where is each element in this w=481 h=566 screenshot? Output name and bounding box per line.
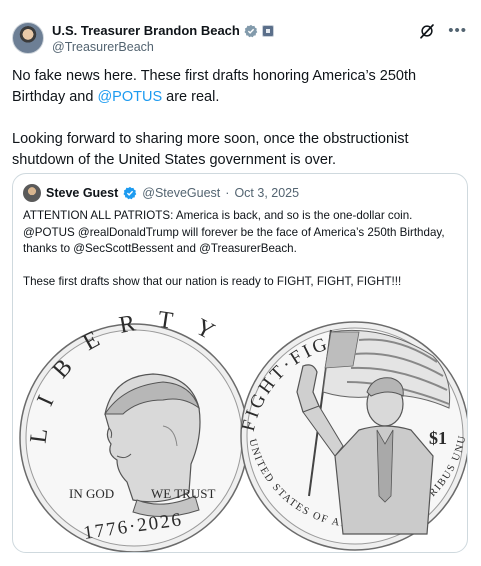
quoted-author-avatar[interactable] (23, 184, 41, 202)
author-handle[interactable]: @TreasurerBeach (52, 40, 154, 54)
quoted-author-name[interactable]: Steve Guest (46, 186, 118, 200)
author-avatar[interactable] (12, 22, 44, 54)
meta-separator: · (225, 186, 230, 200)
quoted-post-date[interactable]: Oct 3, 2025 (234, 186, 299, 200)
author-name-row: U.S. Treasurer Brandon Beach (52, 23, 274, 38)
quoted-post[interactable]: Steve Guest @SteveGuest · Oct 3, 2025 AT… (12, 173, 468, 553)
motto-left: IN GOD (69, 486, 114, 501)
post-paragraph-2: Looking forward to sharing more soon, on… (12, 131, 409, 168)
mention-potus-link[interactable]: @POTUS (97, 89, 162, 105)
verified-badge-icon (123, 186, 137, 200)
coin-designs-image[interactable]: LIBERTY IN GOD WE TRUST 1776·2026 FIGHT·… (13, 296, 468, 553)
grok-icon[interactable] (418, 22, 436, 40)
more-icon[interactable]: ••• (448, 23, 467, 38)
government-affiliation-icon (261, 24, 274, 37)
obverse-coin: LIBERTY IN GOD WE TRUST 1776·2026 (19, 307, 249, 552)
top-actions: ••• (418, 22, 467, 40)
quoted-post-header: Steve Guest @SteveGuest · Oct 3, 2025 (23, 184, 299, 202)
denomination-label: $1 (429, 428, 447, 448)
quoted-author-handle[interactable]: @SteveGuest (142, 186, 220, 200)
quoted-paragraph-1: ATTENTION ALL PATRIOTS: America is back,… (23, 209, 445, 255)
quoted-post-text: ATTENTION ALL PATRIOTS: America is back,… (23, 208, 459, 307)
author-display-name[interactable]: U.S. Treasurer Brandon Beach (52, 23, 240, 38)
quoted-paragraph-2: These first drafts show that our nation … (23, 275, 402, 288)
verified-badge-icon (244, 24, 258, 37)
motto-right: WE TRUST (151, 486, 215, 501)
post: U.S. Treasurer Brandon Beach @TreasurerB… (0, 0, 481, 566)
post-paragraph-1: No fake news here. These first drafts ho… (12, 68, 417, 105)
